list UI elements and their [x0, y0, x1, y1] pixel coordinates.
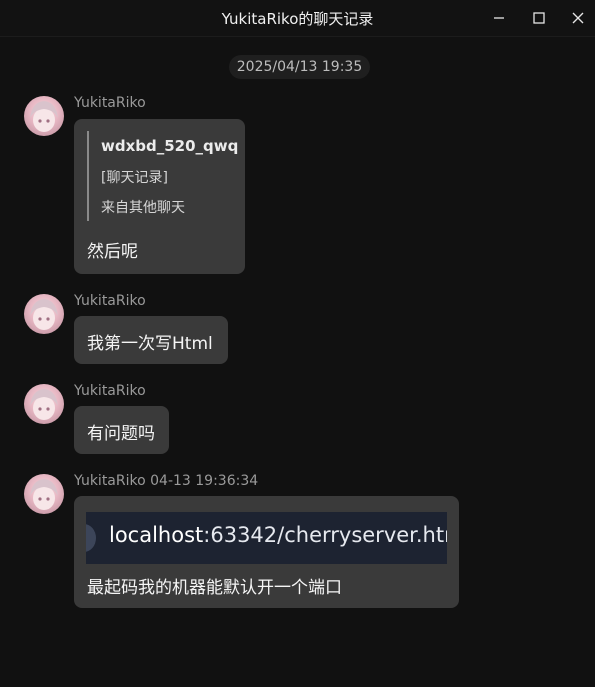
link-preview-image[interactable]: localhost:63342/cherryserver.htm	[86, 512, 447, 564]
title-bar: YukitaRiko的聊天记录	[0, 0, 595, 37]
browser-tab-icon	[86, 524, 96, 552]
message-bubble[interactable]: localhost:63342/cherryserver.htm 最起码我的机器…	[74, 496, 459, 608]
message-text: 我第一次写Html	[87, 334, 213, 354]
avatar[interactable]	[24, 294, 64, 334]
maximize-button[interactable]	[526, 5, 552, 31]
url-host: localhost	[109, 523, 204, 547]
link-preview-url: localhost:63342/cherryserver.htm	[109, 523, 447, 547]
sender-name-with-time: YukitaRiko 04-13 19:36:34	[74, 473, 259, 489]
url-path: :63342/cherryserver.htm	[203, 523, 447, 547]
message-text: 最起码我的机器能默认开一个端口	[87, 578, 342, 598]
message-text: 然后呢	[87, 242, 138, 262]
message-text: 有问题吗	[87, 424, 155, 444]
avatar[interactable]	[24, 96, 64, 136]
avatar-image	[30, 479, 58, 510]
close-icon	[572, 12, 584, 24]
quoted-source: 来自其他聊天	[101, 200, 185, 216]
chat-history-window: YukitaRiko的聊天记录 2025/04/13 19:35 YukitaR…	[0, 0, 595, 687]
quoted-content: [聊天记录]	[101, 170, 168, 186]
close-button[interactable]	[565, 5, 591, 31]
sender-name: YukitaRiko	[74, 383, 146, 399]
quoted-user: wdxbd_520_qwq	[101, 137, 239, 155]
minimize-icon	[494, 17, 504, 19]
avatar[interactable]	[24, 384, 64, 424]
avatar-image	[30, 101, 58, 132]
maximize-icon	[533, 12, 545, 24]
message-bubble[interactable]: wdxbd_520_qwq [聊天记录] 来自其他聊天 然后呢	[74, 119, 245, 274]
avatar[interactable]	[24, 474, 64, 514]
sender-name: YukitaRiko	[74, 95, 146, 111]
avatar-image	[30, 299, 58, 330]
message-bubble[interactable]: 我第一次写Html	[74, 316, 228, 364]
avatar-image	[30, 389, 58, 420]
message-bubble[interactable]: 有问题吗	[74, 406, 169, 454]
time-separator: 2025/04/13 19:35	[229, 55, 370, 79]
sender-name: YukitaRiko	[74, 293, 146, 309]
quoted-message[interactable]: wdxbd_520_qwq [聊天记录] 来自其他聊天	[87, 131, 238, 221]
minimize-button[interactable]	[486, 5, 512, 31]
